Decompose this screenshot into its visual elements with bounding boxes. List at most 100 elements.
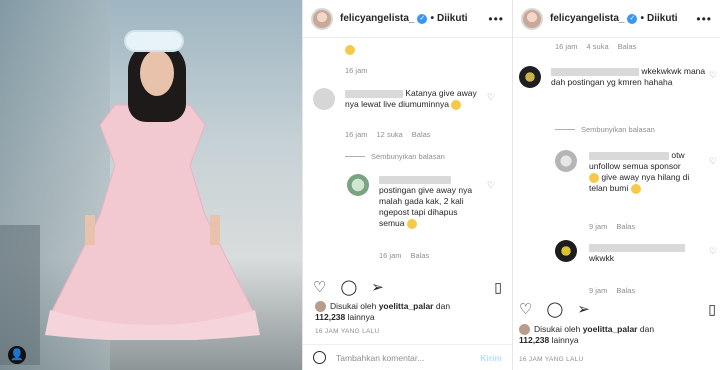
headband: [124, 30, 184, 52]
follow-separator: •: [640, 13, 644, 24]
comment-meta: 9 jam Balas: [589, 286, 644, 295]
hide-replies-link[interactable]: Sembunyikan balasan: [581, 125, 655, 134]
comment-text: wkekwkwk mana dah postingan yg kmren hah…: [551, 66, 711, 88]
profile-avatar[interactable]: [311, 7, 333, 30]
liked-count[interactable]: 112,238: [519, 335, 549, 345]
liker-avatar: [315, 301, 326, 313]
comment-text: Katanya give away nya lewat live diumumi…: [345, 88, 485, 110]
commenter-avatar[interactable]: [555, 240, 577, 262]
post-header: felicyangelista_ ✓ • Diikuti •••: [513, 0, 720, 38]
follow-separator: •: [430, 13, 434, 24]
blurred-username: [345, 89, 403, 98]
reply-link[interactable]: Balas: [618, 42, 637, 51]
bookmark-icon[interactable]: ▯: [494, 279, 502, 296]
comment-body: wkwkk: [589, 253, 615, 263]
blurred-username: [379, 175, 451, 184]
liker-avatar: [519, 324, 530, 336]
comment-time: 16 jam: [345, 66, 368, 75]
more-options-icon[interactable]: •••: [696, 12, 712, 26]
heart-icon[interactable]: ♡: [709, 156, 717, 167]
liked-by-prefix: Disukai oleh: [330, 301, 377, 311]
pink-dress: [45, 104, 260, 340]
username-link[interactable]: felicyangelista_: [340, 13, 414, 24]
liked-by[interactable]: Disukai oleh yoelitta_palar dan 112,238 …: [315, 301, 505, 323]
heart-icon[interactable]: ♡: [709, 70, 717, 81]
comment-meta: 16 jam 4 suka Balas: [555, 42, 645, 51]
comment-time: 9 jam: [589, 286, 608, 295]
following-button[interactable]: Diikuti: [647, 13, 678, 24]
hide-replies-link[interactable]: Sembunyikan balasan: [371, 152, 445, 161]
heart-icon[interactable]: ♡: [487, 92, 495, 103]
blurred-username: [589, 243, 685, 252]
comment-meta: 9 jam Balas: [589, 222, 644, 231]
reply-link[interactable]: Balas: [412, 130, 431, 139]
post-photo: 👤: [0, 0, 302, 370]
post-actions: ♡ ◯ ➢: [519, 300, 590, 318]
comment-icon[interactable]: ◯: [546, 300, 563, 318]
post-header: felicyangelista_ ✓ • Diikuti •••: [303, 0, 512, 38]
heart-icon[interactable]: ♡: [519, 300, 532, 318]
commenter-avatar[interactable]: [347, 174, 369, 196]
following-button[interactable]: Diikuti: [437, 13, 468, 24]
blurred-username: [551, 67, 639, 76]
liked-by-and: dan: [639, 324, 655, 334]
emoji-icon[interactable]: [313, 351, 326, 364]
share-icon[interactable]: ➢: [577, 300, 590, 318]
instagram-collage: 👤 felicyangelista_ ✓ • Diikuti ••• 16 ja…: [0, 0, 720, 370]
background-shelf: [0, 225, 40, 365]
bookmark-icon[interactable]: ▯: [708, 301, 716, 318]
emoji-icon: [451, 99, 462, 110]
heart-icon[interactable]: ♡: [313, 278, 326, 296]
comment-time: 16 jam: [345, 130, 368, 139]
commenter-avatar[interactable]: [519, 66, 541, 88]
comment-time: 16 jam: [555, 42, 578, 51]
comment-text: postingan give away nya malah gada kak, …: [379, 174, 483, 229]
comment-likes[interactable]: 12 suka: [377, 130, 403, 139]
add-comment-input[interactable]: Tambahkan komentar...: [336, 353, 424, 363]
post-time: 16 JAM YANG LALU: [519, 356, 584, 363]
liked-count[interactable]: 112,238: [315, 312, 345, 322]
commenter-avatar[interactable]: [555, 150, 577, 172]
emoji-icon: [406, 218, 417, 229]
comment-time: 16 jam: [379, 251, 402, 260]
liked-by-and: dan: [435, 301, 451, 311]
face: [140, 50, 174, 96]
emoji-icon: [630, 183, 641, 194]
tag-user-icon[interactable]: 👤: [8, 346, 26, 364]
comment-text: wkwkk: [589, 242, 707, 264]
comments-panel-1: felicyangelista_ ✓ • Diikuti ••• 16 jam …: [302, 0, 512, 370]
comment-icon[interactable]: ◯: [340, 278, 357, 296]
comment-text: otw unfollow semua sponsor give away nya…: [589, 150, 707, 194]
post-time: 16 JAM YANG LALU: [315, 328, 380, 335]
liked-by-user[interactable]: yoelitta_palar: [583, 324, 638, 334]
add-comment-bar: Tambahkan komentar... Kirim: [303, 344, 512, 370]
reply-link[interactable]: Balas: [616, 222, 635, 231]
post-actions: ♡ ◯ ➢: [313, 278, 384, 296]
verified-badge-icon: ✓: [417, 13, 428, 24]
send-button[interactable]: Kirim: [480, 353, 502, 363]
liked-by[interactable]: Disukai oleh yoelitta_palar dan 112,238 …: [519, 324, 715, 346]
more-options-icon[interactable]: •••: [488, 12, 504, 26]
liked-by-prefix: Disukai oleh: [534, 324, 581, 334]
divider-line: [345, 156, 365, 157]
comment-time: 9 jam: [589, 222, 608, 231]
username-link[interactable]: felicyangelista_: [550, 13, 624, 24]
profile-avatar[interactable]: [521, 7, 543, 30]
liked-suffix: lainnya: [551, 335, 579, 346]
comment-meta: 16 jam Balas: [379, 251, 438, 260]
commenter-avatar[interactable]: [313, 88, 335, 110]
verified-badge-icon: ✓: [627, 13, 638, 24]
emoji-icon: [589, 172, 599, 183]
reply-link[interactable]: Balas: [616, 286, 635, 295]
liked-by-user[interactable]: yoelitta_palar: [379, 301, 434, 311]
blurred-username: [589, 151, 669, 160]
reply-link[interactable]: Balas: [411, 251, 430, 260]
liked-suffix: lainnya: [347, 312, 375, 323]
heart-icon[interactable]: ♡: [709, 246, 717, 257]
heart-icon[interactable]: ♡: [487, 180, 495, 191]
emoji-icon: [345, 45, 355, 55]
comment-meta: 16 jam: [345, 66, 377, 75]
share-icon[interactable]: ➢: [371, 278, 384, 296]
comment-body: postingan give away nya malah gada kak, …: [379, 185, 473, 228]
comment-likes[interactable]: 4 suka: [587, 42, 609, 51]
